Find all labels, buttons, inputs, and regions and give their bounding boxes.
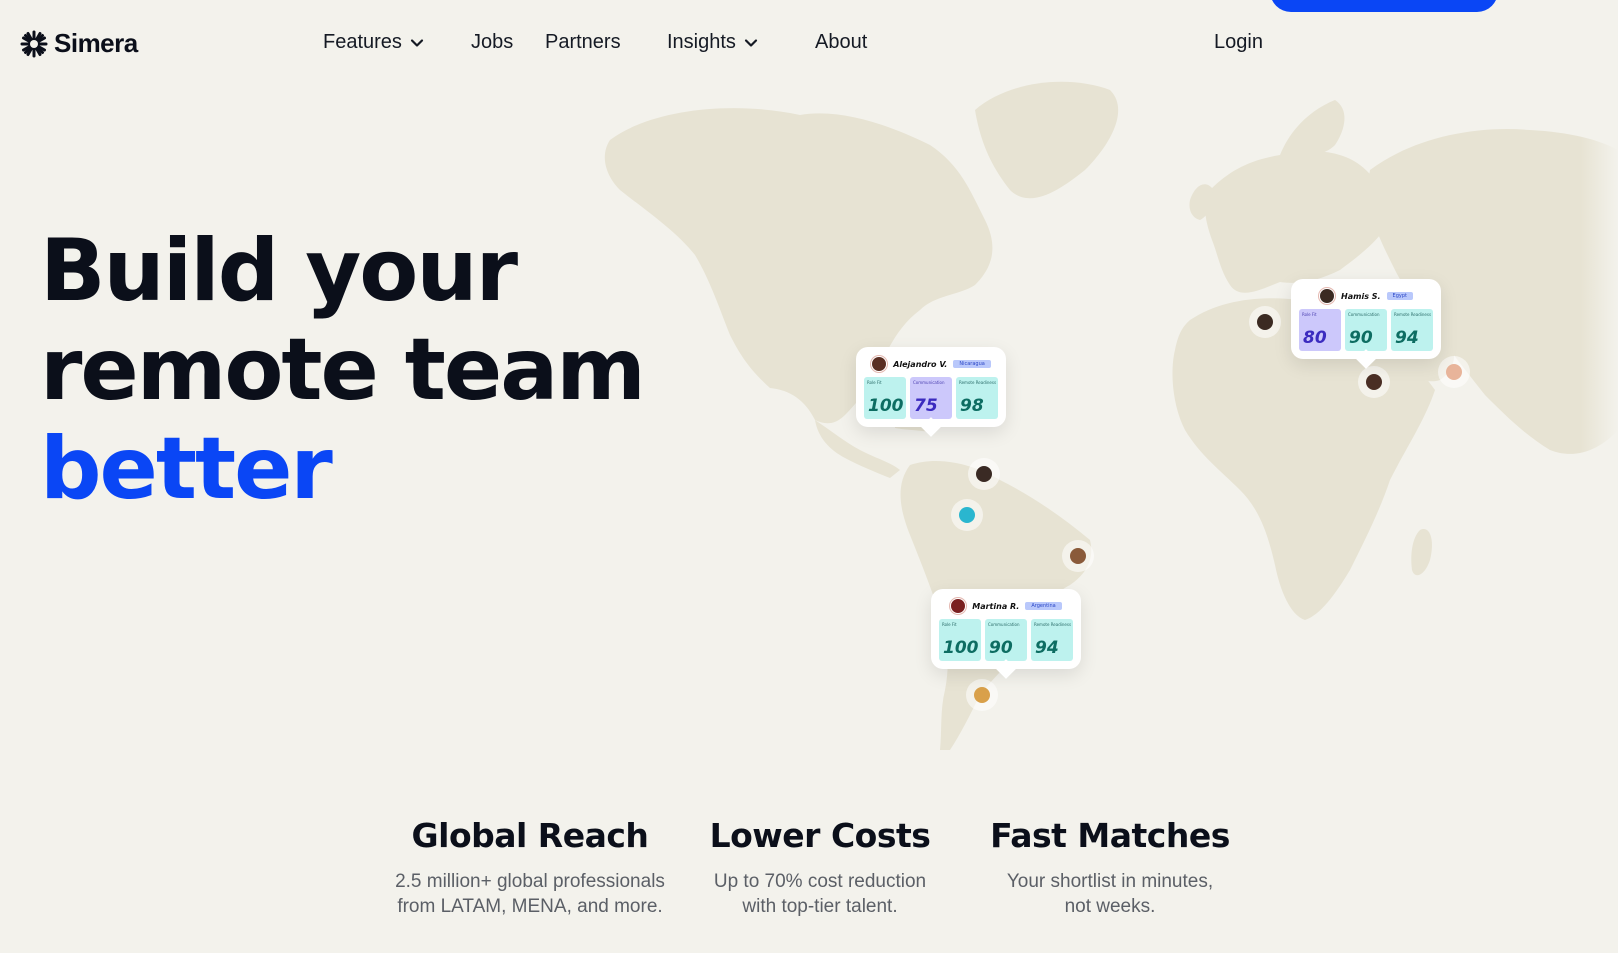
login-link[interactable]: Login	[1214, 31, 1263, 54]
nav-insights[interactable]: Insights	[667, 31, 758, 54]
brand-name: Simera	[54, 28, 138, 58]
avatar	[959, 507, 975, 523]
logo[interactable]: Simera	[20, 28, 138, 59]
nav-features-label: Features	[323, 31, 402, 53]
feature-description: 2.5 million+ global professionals from LA…	[370, 869, 690, 919]
score-label: Role Fit	[867, 380, 882, 385]
avatar-pin[interactable]	[951, 499, 983, 531]
score-value: 90	[1349, 328, 1373, 348]
hero-line: Build your	[40, 221, 518, 321]
candidate-name: Hamis S.	[1341, 291, 1381, 301]
feature-title: Fast Matches	[990, 816, 1230, 855]
score-label: Communication	[1348, 312, 1380, 317]
avatar	[950, 598, 967, 614]
score-label: Role Fit	[942, 622, 957, 627]
score-label: Remote Readiness	[1394, 312, 1432, 317]
nav-insights-label: Insights	[667, 31, 736, 53]
nav-about-label: About	[815, 31, 868, 53]
score-value: 90	[989, 638, 1013, 658]
feature-title: Lower Costs	[709, 816, 931, 855]
login-label: Login	[1214, 31, 1263, 53]
feature-description: Up to 70% cost reduction with top-tier ta…	[690, 869, 950, 919]
avatar-pin[interactable]	[1358, 366, 1390, 398]
avatar	[871, 356, 888, 372]
avatar	[974, 687, 990, 703]
score-tile: Remote Readiness 98	[956, 377, 998, 419]
score-label: Remote Readiness	[959, 380, 997, 385]
hero-line: remote team	[40, 320, 646, 420]
score-label: Role Fit	[1302, 312, 1317, 317]
feature-fast-matches: Fast Matches Your shortlist in minutes, n…	[980, 816, 1240, 919]
score-tile: Remote Readiness 94	[1391, 309, 1433, 351]
nav-jobs-label: Jobs	[471, 31, 514, 53]
avatar	[1446, 364, 1462, 380]
chevron-down-icon	[744, 38, 758, 47]
score-value: 94	[1035, 638, 1059, 658]
card-header: Martina R. Argentina	[939, 597, 1073, 615]
nav-partners[interactable]: Partners	[545, 31, 621, 54]
snowflake-asterisk-icon	[20, 30, 48, 57]
nav-partners-label: Partners	[545, 31, 621, 53]
feature-lower-costs: Lower Costs Up to 70% cost reduction with…	[690, 816, 950, 919]
feature-line: from LATAM, MENA, and more.	[397, 896, 663, 917]
score-label: Remote Readiness	[1034, 622, 1072, 627]
avatar-pin[interactable]	[1062, 540, 1094, 572]
avatar	[1070, 548, 1086, 564]
candidate-name: Alejandro V.	[893, 359, 948, 369]
avatar	[1319, 288, 1336, 304]
score-value: 94	[1395, 328, 1419, 348]
feature-line: with top-tier talent.	[742, 896, 898, 917]
feature-line: not weeks.	[1064, 896, 1156, 917]
nav-about[interactable]: About	[815, 31, 867, 54]
avatar	[1257, 314, 1273, 330]
candidate-card[interactable]: Martina R. Argentina Role Fit 100 Communi…	[931, 589, 1081, 669]
score-value: 98	[960, 396, 984, 416]
nav-features[interactable]: Features	[323, 31, 424, 54]
score-value: 80	[1303, 328, 1327, 348]
candidate-card[interactable]: Alejandro V. Nicaragua Role Fit 100 Commu…	[856, 347, 1006, 427]
avatar-pin[interactable]	[1249, 306, 1281, 338]
avatar-pin[interactable]	[966, 679, 998, 711]
country-badge: Nicaragua	[953, 360, 991, 368]
score-tile: Communication 75	[910, 377, 952, 419]
avatar-pin[interactable]	[1438, 356, 1470, 388]
score-tile: Remote Readiness 94	[1031, 619, 1073, 661]
country-badge: Argentina	[1025, 602, 1062, 610]
feature-line: Up to 70% cost reduction	[713, 871, 927, 892]
score-tile: Role Fit 100	[939, 619, 981, 661]
hero-accent-line: better	[40, 419, 333, 519]
score-label: Communication	[988, 622, 1020, 627]
score-tile: Communication 90	[1345, 309, 1387, 351]
feature-line: Your shortlist in minutes,	[1006, 871, 1214, 892]
cta-button[interactable]	[1270, 0, 1498, 12]
avatar-pin[interactable]	[968, 458, 1000, 490]
score-tile: Role Fit 100	[864, 377, 906, 419]
score-value: 100	[868, 396, 904, 416]
feature-title: Global Reach	[411, 816, 649, 855]
candidate-card[interactable]: Hamis S. Egypt Role Fit 80 Communication 9…	[1291, 279, 1441, 359]
world-map	[604, 81, 1618, 750]
feature-global-reach: Global Reach 2.5 million+ global profess…	[370, 816, 690, 919]
feature-description: Your shortlist in minutes, not weeks.	[980, 869, 1240, 919]
score-tile: Role Fit 80	[1299, 309, 1341, 351]
score-tile: Communication 90	[985, 619, 1027, 661]
chevron-down-icon	[410, 38, 424, 47]
hero-headline: Build your remote team better	[40, 221, 646, 519]
avatar	[976, 466, 992, 482]
country-badge: Egypt	[1386, 292, 1413, 300]
score-value: 75	[914, 396, 938, 416]
card-header: Hamis S. Egypt	[1299, 287, 1433, 305]
score-label: Communication	[913, 380, 945, 385]
feature-line: 2.5 million+ global professionals	[395, 871, 665, 892]
score-value: 100	[943, 638, 979, 658]
candidate-name: Martina R.	[972, 601, 1020, 611]
nav-jobs[interactable]: Jobs	[471, 31, 513, 54]
card-header: Alejandro V. Nicaragua	[864, 355, 998, 373]
avatar	[1366, 374, 1382, 390]
